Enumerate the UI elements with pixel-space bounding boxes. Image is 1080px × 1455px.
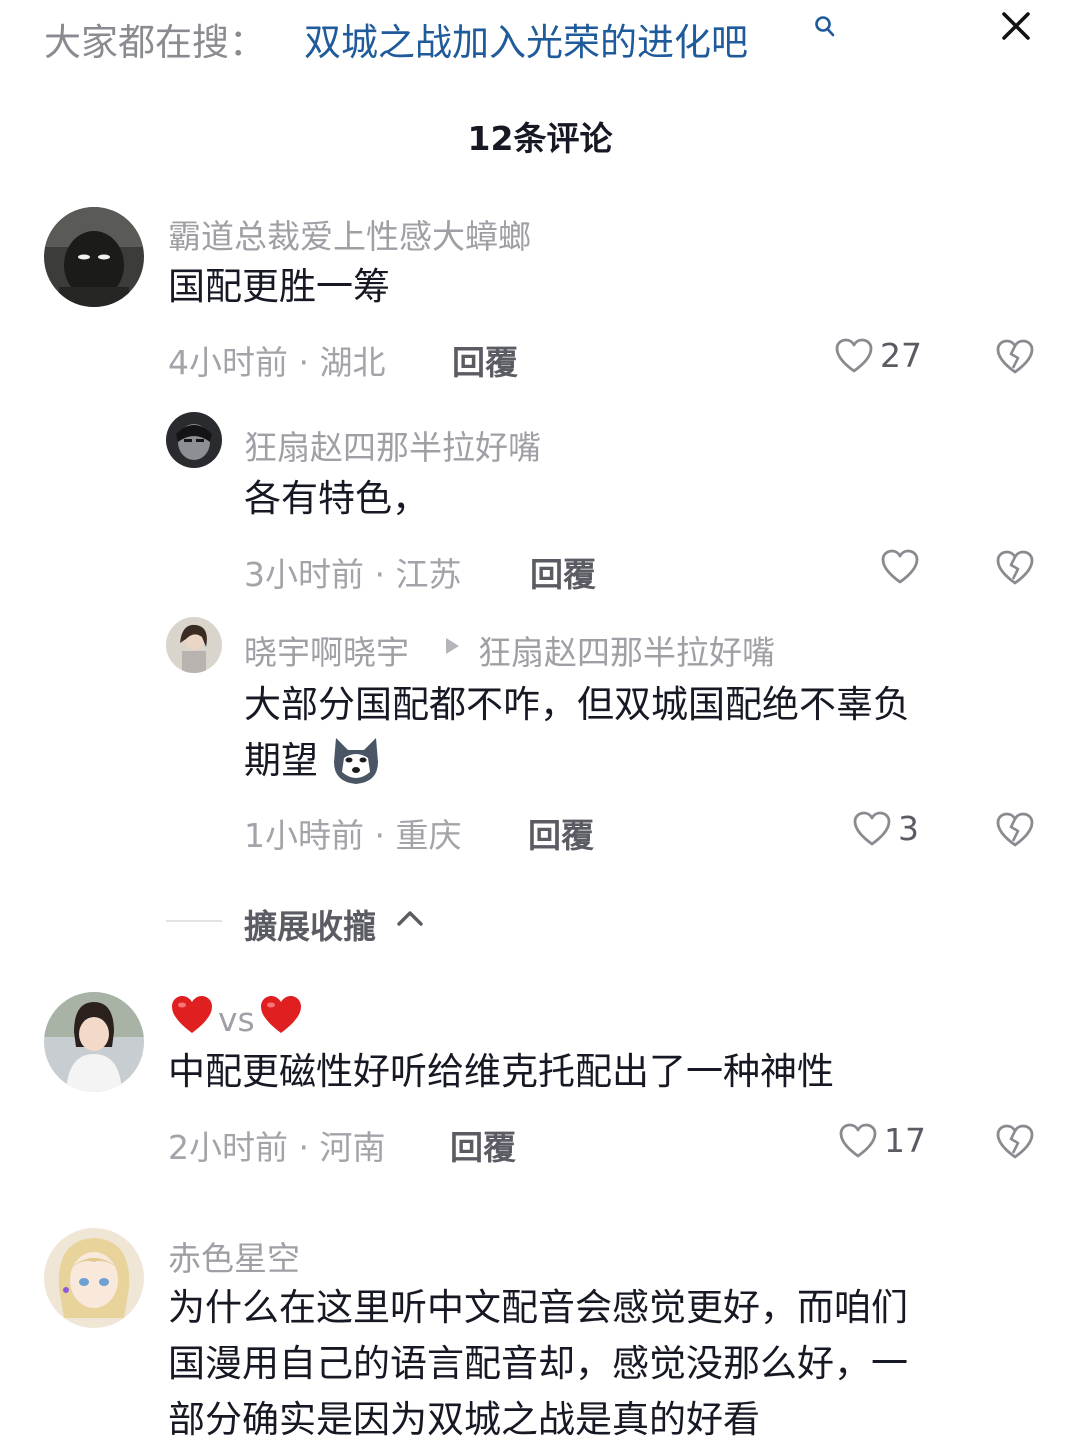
dislike-icon[interactable] xyxy=(995,549,1035,587)
like-button[interactable]: 17 xyxy=(838,1121,926,1160)
heart-icon xyxy=(881,549,919,584)
avatar[interactable] xyxy=(44,1228,144,1328)
comments-count-title: 12条评论 xyxy=(467,119,613,158)
close-icon[interactable] xyxy=(996,6,1036,46)
search-suggestion-link[interactable]: 双城之战加入光荣的进化吧 xyxy=(304,12,748,66)
dislike-icon[interactable] xyxy=(995,811,1035,849)
comment-text: 各有特色， xyxy=(244,477,429,520)
avatar[interactable] xyxy=(44,207,144,307)
comment-meta: 4小时前 · 湖北 xyxy=(168,343,386,382)
search-prefix: 大家都在搜： xyxy=(44,21,266,64)
comment-text: 为什么在这里听中文配音会感觉更好，而咱们 xyxy=(168,1286,908,1329)
comment-text: 大部分国配都不咋，但双城国配绝不辜负 xyxy=(244,683,910,726)
comment-meta: 2小时前 · 河南 xyxy=(168,1128,386,1167)
dislike-icon[interactable] xyxy=(995,1123,1035,1161)
comment-text: 部分确实是因为双城之战是真的好看 xyxy=(168,1398,760,1441)
heart-icon xyxy=(839,1123,877,1157)
comment-username[interactable]: 霸道总裁爱上性感大蟑螂 xyxy=(168,210,531,258)
collapse-divider xyxy=(166,920,222,922)
reply-button[interactable]: 回覆 xyxy=(530,548,596,596)
search-icon[interactable] xyxy=(812,14,838,40)
red-heart-icon xyxy=(172,996,212,1033)
reply-to-username[interactable]: 狂扇赵四那半拉好嘴 xyxy=(478,626,775,674)
reply-button[interactable]: 回覆 xyxy=(450,1121,516,1169)
comment-username-vs[interactable]: vs xyxy=(218,1000,255,1039)
chevron-up-icon[interactable] xyxy=(396,908,424,928)
comment-username[interactable]: 赤色星空 xyxy=(168,1232,300,1280)
like-count: 3 xyxy=(898,809,919,848)
heart-icon xyxy=(853,811,891,845)
like-button[interactable] xyxy=(880,548,920,586)
like-count: 27 xyxy=(880,336,922,375)
husky-emoji-icon xyxy=(328,732,384,788)
red-heart-icon xyxy=(261,996,301,1033)
avatar[interactable] xyxy=(166,412,222,468)
like-button[interactable]: 27 xyxy=(834,336,922,375)
comment-text: 期望 xyxy=(244,739,318,782)
avatar[interactable] xyxy=(44,992,144,1092)
reply-arrow-icon xyxy=(446,638,459,654)
dislike-icon[interactable] xyxy=(995,338,1035,376)
like-button[interactable]: 3 xyxy=(852,809,919,848)
comment-meta: 3小时前 · 江苏 xyxy=(244,555,462,594)
comment-username[interactable]: 狂扇赵四那半拉好嘴 xyxy=(244,421,541,469)
reply-button[interactable]: 回覆 xyxy=(452,336,518,384)
comment-meta: 1小時前 · 重庆 xyxy=(244,816,462,855)
collapse-replies-button[interactable]: 擴展收攏 xyxy=(244,900,376,948)
reply-button[interactable]: 回覆 xyxy=(528,809,594,857)
comment-text: 中配更磁性好听给维克托配出了一种神性 xyxy=(168,1050,834,1093)
comment-text: 国配更胜一筹 xyxy=(168,265,390,308)
avatar[interactable] xyxy=(166,617,222,673)
comment-username[interactable]: 晓宇啊晓宇 xyxy=(244,626,409,674)
heart-icon xyxy=(835,338,873,372)
comment-text: 国漫用自己的语言配音却，感觉没那么好，一 xyxy=(168,1342,908,1385)
like-count: 17 xyxy=(884,1121,926,1160)
